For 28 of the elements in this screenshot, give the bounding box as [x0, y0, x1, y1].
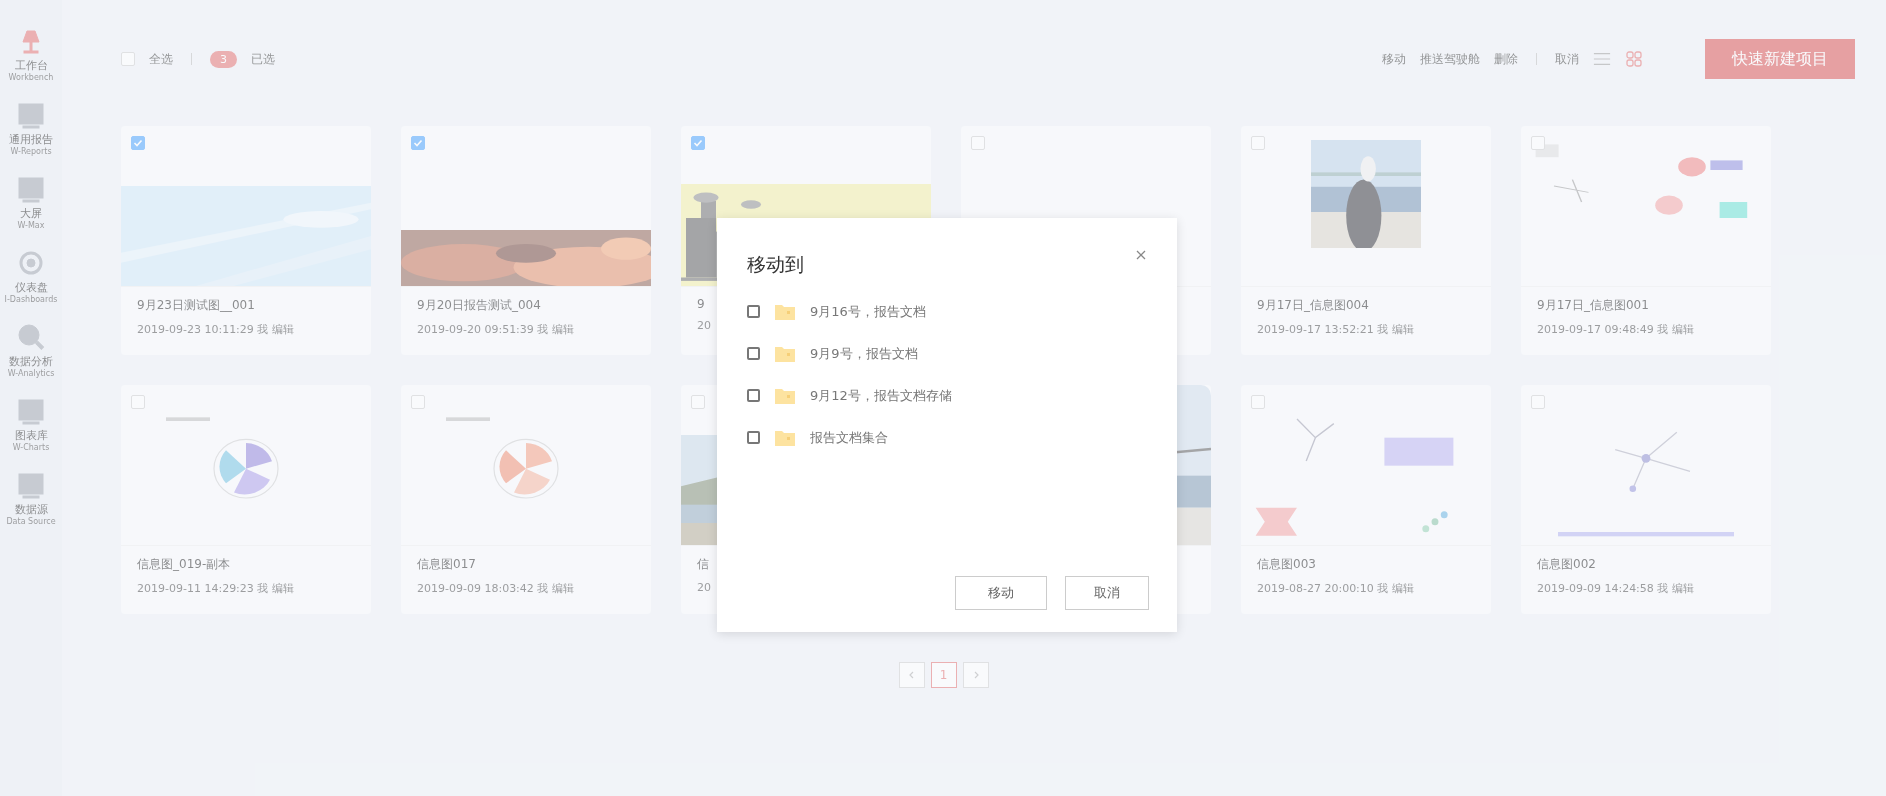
select-all-label: 全选 — [149, 50, 173, 68]
card-meta: 2019-08-27 20:00:10 我 编辑 — [1257, 581, 1414, 596]
card-title: 信息图003 — [1257, 556, 1316, 573]
card-meta: 2019-09-17 09:48:49 我 编辑 — [1537, 322, 1694, 337]
card-meta: 2019-09-09 18:03:42 我 编辑 — [417, 581, 574, 596]
card-meta: 20 — [697, 319, 711, 332]
card-title: 信 — [697, 556, 709, 573]
card-title: 9 — [697, 297, 705, 311]
card-meta: 2019-09-11 14:29:23 我 编辑 — [137, 581, 294, 596]
card-title: 信息图002 — [1537, 556, 1596, 573]
folder-name: 9月16号，报告文档 — [810, 302, 926, 321]
card-title: 9月23日测试图__001 — [137, 297, 255, 314]
card-title: 信息图_019-副本 — [137, 556, 231, 573]
dialog-title: 移动到 — [747, 252, 804, 277]
card-title: 9月17日_信息图004 — [1257, 297, 1369, 314]
card-title: 信息图017 — [417, 556, 476, 573]
card-meta: 20 — [697, 581, 711, 594]
card-title: 9月20日报告测试_004 — [417, 297, 541, 314]
selected-label: 已选 — [251, 50, 275, 68]
card-meta: 2019-09-20 09:51:39 我 编辑 — [417, 322, 574, 337]
folder-name: 9月9号，报告文档 — [810, 344, 918, 363]
card-meta: 2019-09-23 10:11:29 我 编辑 — [137, 322, 294, 337]
card-meta: 2019-09-17 13:52:21 我 编辑 — [1257, 322, 1414, 337]
folder-name: 9月12号，报告文档存储 — [810, 386, 952, 405]
card-title: 9月17日_信息图001 — [1537, 297, 1649, 314]
card-meta: 2019-09-09 14:24:58 我 编辑 — [1537, 581, 1694, 596]
folder-name: 报告文档集合 — [810, 428, 888, 447]
selected-count-badge: 3 — [210, 50, 237, 68]
